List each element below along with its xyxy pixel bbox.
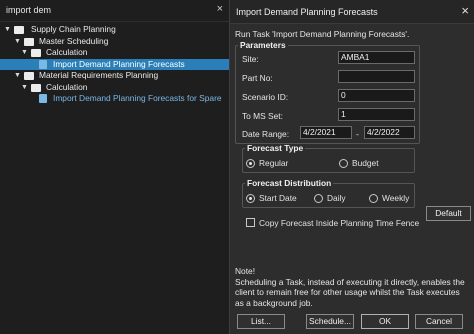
task-icon — [39, 59, 47, 69]
dialog-title: Import Demand Planning Forecasts — [236, 7, 378, 17]
note-body: Scheduling a Task, instead of executing … — [235, 276, 465, 308]
parameters-legend: Parameters — [240, 40, 286, 50]
radio-checked-icon — [246, 193, 255, 203]
scenario-id-field[interactable]: 0 — [338, 89, 415, 102]
copy-forecast-label: Copy Forecast Inside Planning Time Fence — [259, 218, 420, 228]
schedule-button[interactable]: Schedule... — [306, 314, 354, 329]
site-field[interactable]: AMBA1 — [338, 51, 415, 64]
expand-triangle-icon[interactable]: ▼ — [14, 36, 21, 48]
radio-weekly[interactable]: Weekly — [369, 193, 409, 203]
navigator-tree: ▼ Supply Chain Planning ▼ Master Schedul… — [0, 24, 229, 105]
tree-item-label: Calculation — [46, 47, 88, 57]
default-button[interactable]: Default — [426, 206, 471, 221]
clear-search-icon[interactable]: × — [217, 3, 223, 15]
expand-triangle-icon[interactable]: ▼ — [21, 47, 28, 59]
radio-unchecked-icon — [369, 193, 378, 203]
tree-item-label: Supply Chain Planning — [31, 24, 116, 34]
cancel-button[interactable]: Cancel — [415, 314, 463, 329]
scenario-id-label: Scenario ID: — [242, 92, 289, 102]
radio-daily[interactable]: Daily — [314, 193, 346, 203]
run-task-text: Run Task 'Import Demand Planning Forecas… — [235, 29, 410, 39]
tree-item-label: Import Demand Planning Forecasts — [53, 58, 185, 69]
folder-icon — [31, 83, 41, 92]
ok-button[interactable]: OK — [361, 314, 409, 329]
radio-regular[interactable]: Regular — [246, 158, 288, 168]
part-no-label: Part No: — [242, 73, 273, 83]
expand-triangle-icon[interactable]: ▼ — [14, 70, 21, 82]
part-no-field[interactable] — [338, 70, 415, 83]
forecast-distribution-legend: Forecast Distribution — [247, 178, 332, 188]
radio-unchecked-icon — [314, 193, 323, 203]
expand-triangle-icon[interactable]: ▼ — [4, 24, 11, 36]
date-to-field[interactable]: 4/2/2022 — [364, 126, 415, 139]
radio-checked-icon — [246, 158, 255, 168]
tree-item-label: Import Demand Planning Forecasts for Spa… — [53, 93, 222, 103]
tree-item-label: Calculation — [46, 81, 88, 92]
tree-item-supply-chain-planning[interactable]: ▼ Supply Chain Planning — [0, 24, 229, 36]
folder-icon — [31, 49, 41, 57]
tree-item-label: Material Requirements Planning — [39, 70, 159, 80]
task-dialog: Import Demand Planning Forecasts × Run T… — [229, 0, 474, 334]
to-ms-set-label: To MS Set: — [242, 111, 283, 121]
note-text: Note! Scheduling a Task, instead of exec… — [235, 266, 470, 308]
radio-label: Start Date — [259, 193, 297, 203]
folder-icon — [24, 37, 34, 46]
task-icon — [39, 94, 47, 103]
tree-item-calculation[interactable]: ▼ Calculation — [0, 47, 229, 59]
date-from-field[interactable]: 4/2/2021 — [300, 126, 352, 139]
site-label: Site: — [242, 54, 259, 64]
radio-label: Budget — [352, 158, 379, 168]
date-range-label: Date Range: — [242, 129, 290, 139]
tree-item-import-demand-planning-forecasts[interactable]: Import Demand Planning Forecasts — [0, 58, 229, 70]
forecast-type-legend: Forecast Type — [247, 143, 304, 153]
tree-item-import-demand-planning-forecasts-spare[interactable]: Import Demand Planning Forecasts for Spa… — [0, 93, 229, 105]
folder-icon — [14, 26, 24, 34]
copy-forecast-checkbox[interactable] — [246, 218, 255, 227]
radio-label: Regular — [259, 158, 289, 168]
expand-triangle-icon[interactable]: ▼ — [21, 82, 28, 94]
close-icon[interactable]: × — [461, 3, 469, 18]
radio-unchecked-icon — [339, 158, 348, 168]
folder-icon — [24, 72, 34, 80]
date-range-separator: - — [356, 129, 359, 139]
radio-label: Weekly — [382, 193, 410, 203]
radio-budget[interactable]: Budget — [339, 158, 379, 168]
radio-label: Daily — [327, 193, 346, 203]
tree-item-material-requirements-planning[interactable]: ▼ Material Requirements Planning — [0, 70, 229, 82]
note-title: Note! — [235, 266, 256, 276]
search-bar[interactable]: import dem × — [0, 0, 229, 22]
navigator-pane: import dem × ▼ Supply Chain Planning ▼ M… — [0, 0, 229, 334]
list-button[interactable]: List... — [237, 314, 285, 329]
tree-item-master-scheduling[interactable]: ▼ Master Scheduling — [0, 36, 229, 48]
radio-start-date[interactable]: Start Date — [246, 193, 297, 203]
to-ms-set-field[interactable]: 1 — [338, 108, 415, 121]
search-input[interactable]: import dem — [6, 5, 51, 15]
dialog-titlebar: Import Demand Planning Forecasts × — [230, 0, 474, 24]
tree-item-calculation-mrp[interactable]: ▼ Calculation — [0, 82, 229, 94]
tree-item-label: Master Scheduling — [39, 35, 109, 46]
